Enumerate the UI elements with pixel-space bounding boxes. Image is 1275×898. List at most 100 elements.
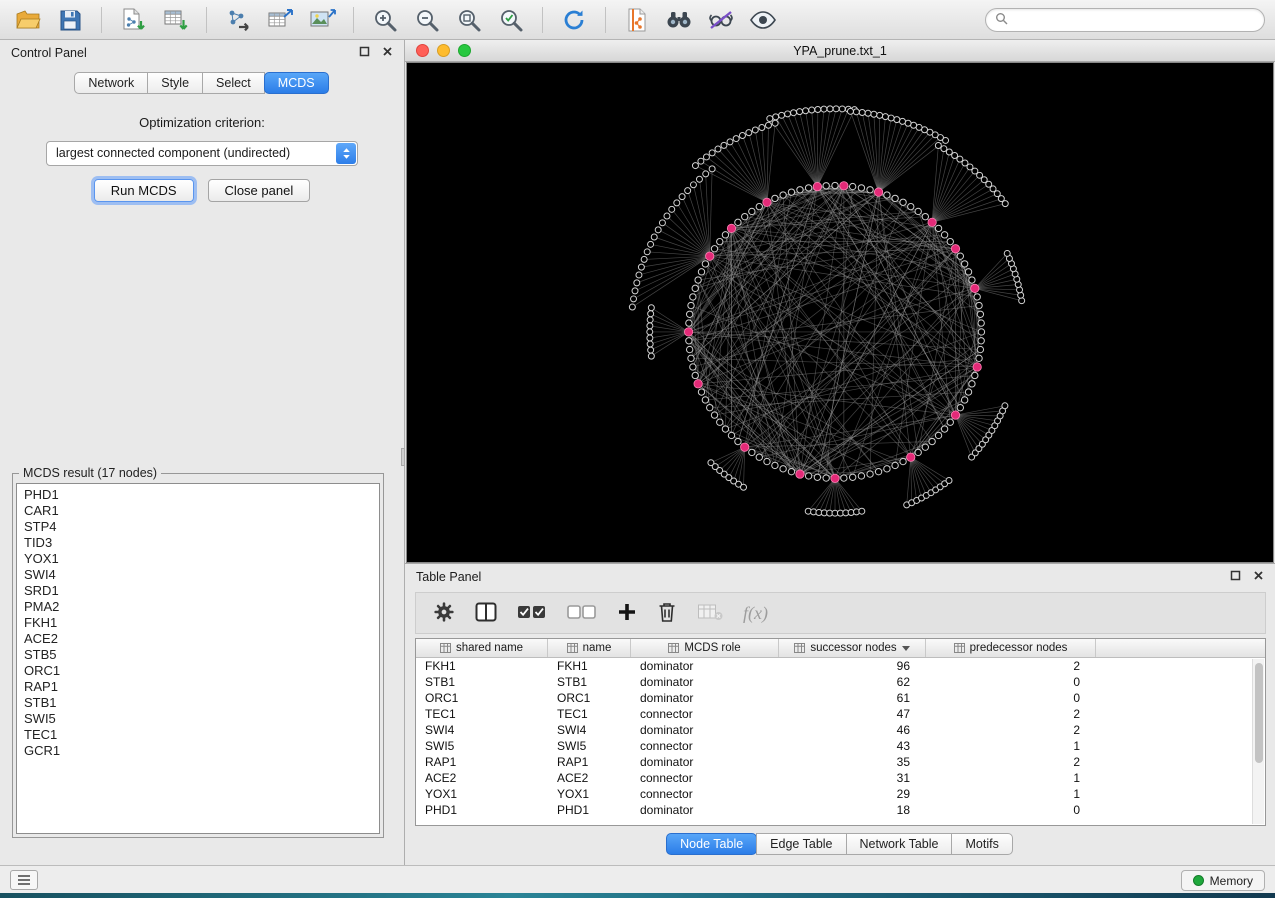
- tab-node-table[interactable]: Node Table: [666, 833, 757, 855]
- mcds-result-item[interactable]: CAR1: [24, 503, 372, 519]
- close-panel-icon[interactable]: [382, 46, 393, 60]
- add-column-icon[interactable]: [617, 602, 637, 625]
- criterion-select[interactable]: largest connected component (undirected): [46, 141, 358, 166]
- tab-network[interactable]: Network: [74, 72, 148, 94]
- mcds-result-item[interactable]: TID3: [24, 535, 372, 551]
- open-file-icon[interactable]: [10, 4, 46, 36]
- export-table-icon[interactable]: [262, 4, 298, 36]
- mcds-result-item[interactable]: STB1: [24, 695, 372, 711]
- control-panel-titlebar: Control Panel: [0, 40, 404, 66]
- mcds-result-item[interactable]: ACE2: [24, 631, 372, 647]
- float-panel-icon[interactable]: [359, 46, 370, 60]
- search-network-icon[interactable]: [661, 4, 697, 36]
- zoom-in-icon[interactable]: [367, 4, 403, 36]
- minimize-window-icon[interactable]: [437, 44, 450, 57]
- table-scrollbar[interactable]: [1252, 659, 1264, 824]
- toolbar-separator: [101, 7, 102, 33]
- table-row-ORC1[interactable]: ORC1ORC1dominator610: [416, 690, 1265, 706]
- hide-selection-icon[interactable]: [703, 4, 739, 36]
- tab-select[interactable]: Select: [202, 72, 265, 94]
- cell-name: RAP1: [548, 755, 631, 769]
- column-header-MCDS-role[interactable]: MCDS role: [631, 639, 779, 657]
- column-header-successor-nodes[interactable]: successor nodes: [779, 639, 926, 657]
- tab-edge-table[interactable]: Edge Table: [756, 833, 846, 855]
- mcds-result-item[interactable]: SWI4: [24, 567, 372, 583]
- mcds-result-item[interactable]: ORC1: [24, 663, 372, 679]
- mcds-result-item[interactable]: PMA2: [24, 599, 372, 615]
- mcds-result-item[interactable]: PHD1: [24, 487, 372, 503]
- close-window-icon[interactable]: [416, 44, 429, 57]
- column-header-name[interactable]: name: [548, 639, 631, 657]
- mcds-result-item[interactable]: FKH1: [24, 615, 372, 631]
- table-row-SWI5[interactable]: SWI5SWI5connector431: [416, 738, 1265, 754]
- delete-column-icon[interactable]: [657, 601, 677, 626]
- cell-name: PHD1: [548, 803, 631, 817]
- network-canvas[interactable]: [406, 62, 1274, 563]
- cell-successor_nodes: 35: [779, 755, 926, 769]
- save-session-icon[interactable]: [52, 4, 88, 36]
- float-panel-icon[interactable]: [1230, 570, 1241, 584]
- import-network-icon[interactable]: [115, 4, 151, 36]
- memory-button[interactable]: Memory: [1181, 870, 1265, 891]
- import-table-icon[interactable]: [157, 4, 193, 36]
- close-panel-icon[interactable]: [1253, 570, 1264, 584]
- mcds-result-item[interactable]: STB5: [24, 647, 372, 663]
- tab-style[interactable]: Style: [147, 72, 203, 94]
- network-graph[interactable]: [407, 63, 1273, 562]
- tab-motifs[interactable]: Motifs: [951, 833, 1012, 855]
- share-document-icon[interactable]: [619, 4, 655, 36]
- zoom-out-icon[interactable]: [409, 4, 445, 36]
- tab-network-table[interactable]: Network Table: [846, 833, 953, 855]
- table-row-TEC1[interactable]: TEC1TEC1connector472: [416, 706, 1265, 722]
- run-mcds-button[interactable]: Run MCDS: [94, 179, 194, 202]
- cell-mcds_role: connector: [631, 787, 779, 801]
- mcds-result-item[interactable]: RAP1: [24, 679, 372, 695]
- show-columns-icon[interactable]: [475, 602, 497, 625]
- refresh-view-icon[interactable]: [556, 4, 592, 36]
- cell-mcds_role: dominator: [631, 755, 779, 769]
- mcds-result-list[interactable]: PHD1CAR1STP4TID3YOX1SWI4SRD1PMA2FKH1ACE2…: [16, 483, 380, 834]
- scrollbar-thumb[interactable]: [1255, 663, 1263, 763]
- zoom-selected-icon[interactable]: [493, 4, 529, 36]
- sort-dropdown-icon[interactable]: [902, 646, 910, 651]
- export-image-icon[interactable]: [304, 4, 340, 36]
- cell-name: ORC1: [548, 691, 631, 705]
- maximize-window-icon[interactable]: [458, 44, 471, 57]
- zoom-fit-icon[interactable]: [451, 4, 487, 36]
- table-row-STB1[interactable]: STB1STB1dominator620: [416, 674, 1265, 690]
- table-row-ACE2[interactable]: ACE2ACE2connector311: [416, 770, 1265, 786]
- mcds-result-item[interactable]: GCR1: [24, 743, 372, 759]
- mcds-result-item[interactable]: SRD1: [24, 583, 372, 599]
- search-input[interactable]: [1014, 13, 1255, 27]
- table-row-PHD1[interactable]: PHD1PHD1dominator180: [416, 802, 1265, 818]
- mcds-result-item[interactable]: YOX1: [24, 551, 372, 567]
- table-settings-gear-icon[interactable]: [433, 601, 455, 626]
- show-graphics-icon[interactable]: [745, 4, 781, 36]
- search-box[interactable]: [985, 8, 1265, 32]
- cell-successor_nodes: 96: [779, 659, 926, 673]
- export-network-icon[interactable]: [220, 4, 256, 36]
- deselect-all-rows-icon[interactable]: [567, 603, 597, 624]
- column-header-shared-name[interactable]: shared name: [416, 639, 548, 657]
- cell-predecessor_nodes: 2: [926, 755, 1096, 769]
- table-row-FKH1[interactable]: FKH1FKH1dominator962: [416, 658, 1265, 674]
- optimization-criterion-label: Optimization criterion:: [0, 115, 404, 130]
- table-row-SWI4[interactable]: SWI4SWI4dominator462: [416, 722, 1265, 738]
- select-all-rows-icon[interactable]: [517, 603, 547, 624]
- node-table: shared namenameMCDS rolesuccessor nodesp…: [415, 638, 1266, 826]
- mcds-result-item[interactable]: TEC1: [24, 727, 372, 743]
- network-window-titlebar[interactable]: YPA_prune.txt_1: [405, 40, 1275, 62]
- table-row-RAP1[interactable]: RAP1RAP1dominator352: [416, 754, 1265, 770]
- close-panel-button[interactable]: Close panel: [208, 179, 311, 202]
- cell-shared_name: TEC1: [416, 707, 548, 721]
- column-header-predecessor-nodes[interactable]: predecessor nodes: [926, 639, 1096, 657]
- splitter-handle[interactable]: [401, 448, 405, 466]
- mcds-result-item[interactable]: STP4: [24, 519, 372, 535]
- mcds-result-group: MCDS result (17 nodes) PHD1CAR1STP4TID3Y…: [12, 466, 384, 838]
- table-panel-tabs: Node TableEdge TableNetwork TableMotifs: [667, 833, 1013, 855]
- cell-mcds_role: dominator: [631, 675, 779, 689]
- mcds-result-item[interactable]: SWI5: [24, 711, 372, 727]
- table-row-YOX1[interactable]: YOX1YOX1connector291: [416, 786, 1265, 802]
- panel-menu-icon[interactable]: [10, 870, 38, 890]
- tab-mcds[interactable]: MCDS: [264, 72, 329, 94]
